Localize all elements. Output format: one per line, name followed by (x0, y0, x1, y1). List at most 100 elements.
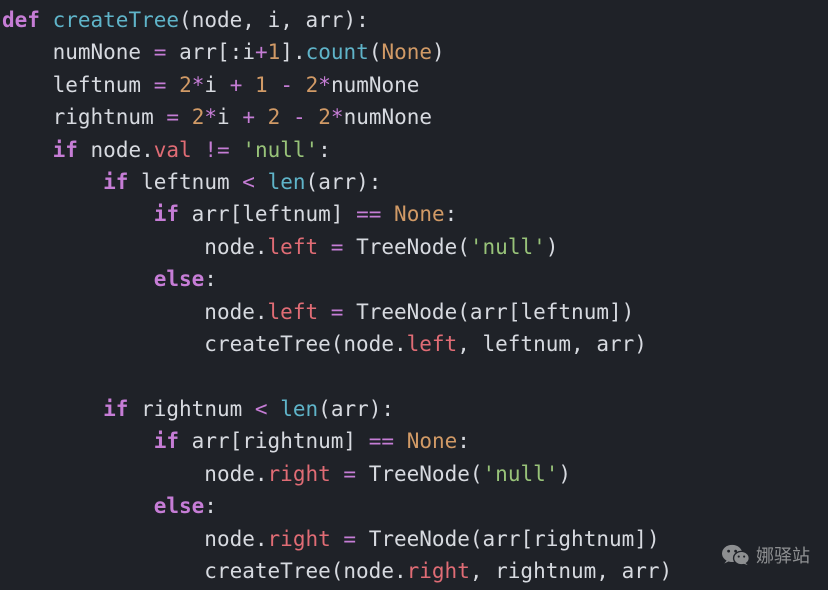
tok-pun: ( (306, 170, 319, 194)
tok-kw: if (53, 138, 78, 162)
tok-id: numNone (331, 73, 420, 97)
tok-op: = (154, 73, 167, 97)
tok-none: None (407, 429, 458, 453)
tok-op: = (166, 105, 179, 129)
tok-none: None (394, 202, 445, 226)
tok-op: * (204, 105, 217, 129)
tok-id: arr (331, 397, 369, 421)
tok-pun: ) (369, 397, 382, 421)
tok-pun: : (369, 170, 382, 194)
tok-pun: [ (230, 202, 243, 226)
tok-none: None (381, 40, 432, 64)
tok-pun: ) (558, 462, 571, 486)
tok-id: createTree (204, 332, 330, 356)
tok-op: - (293, 105, 306, 129)
tok-id: leftnum (520, 300, 609, 324)
tok-attr: left (268, 300, 319, 324)
tok-pun: ( (457, 235, 470, 259)
tok-attr: val (154, 138, 192, 162)
tok-pun: ] (331, 202, 344, 226)
tok-id: leftnum (53, 73, 142, 97)
tok-op: = (343, 527, 356, 551)
tok-pun: ] (634, 527, 647, 551)
tok-pun: : (204, 494, 217, 518)
tok-pun: : (318, 138, 331, 162)
tok-num: 2 (179, 73, 192, 97)
tok-pun: ( (470, 527, 483, 551)
code-line: rightnum = 2*i + 2 - 2*numNone (2, 105, 432, 129)
tok-pun: : (457, 429, 470, 453)
tok-id: arr (622, 559, 660, 583)
tok-pun: . (394, 332, 407, 356)
tok-call: count (306, 40, 369, 64)
tok-str: 'null' (242, 138, 318, 162)
tok-id: node (91, 138, 142, 162)
code-line: if node.val != 'null': (2, 138, 331, 162)
tok-pun: , (242, 8, 267, 32)
tok-id: leftnum (242, 202, 331, 226)
tok-id: numNone (53, 40, 142, 64)
tok-op: = (343, 462, 356, 486)
tok-pun: [ (520, 527, 533, 551)
code-line: else: (2, 267, 217, 291)
tok-pun: ) (343, 8, 356, 32)
tok-pun: ( (369, 40, 382, 64)
tok-pun: ) (356, 170, 369, 194)
tok-pun: : (204, 267, 217, 291)
tok-id: TreeNode (369, 462, 470, 486)
tok-fn: createTree (53, 8, 179, 32)
tok-pun: ] (343, 429, 356, 453)
tok-kw: if (103, 397, 128, 421)
tok-id: arr (179, 40, 217, 64)
tok-pun: ] (609, 300, 622, 324)
tok-id: rightnum (533, 527, 634, 551)
tok-id: leftnum (141, 170, 230, 194)
tok-op: * (192, 73, 205, 97)
tok-id: rightnum (53, 105, 154, 129)
tok-op: + (230, 73, 243, 97)
tok-attr: right (268, 462, 331, 486)
tok-pun: : (230, 40, 243, 64)
code-line: leftnum = 2*i + 1 - 2*numNone (2, 73, 419, 97)
tok-pun: . (293, 40, 306, 64)
tok-id: arr (470, 300, 508, 324)
tok-num: 2 (318, 105, 331, 129)
tok-op: + (255, 40, 268, 64)
tok-pun: ) (634, 332, 647, 356)
tok-pun: ) (546, 235, 559, 259)
tok-pun: [ (230, 429, 243, 453)
tok-id: node (343, 332, 394, 356)
tok-num: 1 (268, 40, 281, 64)
tok-op: = (331, 235, 344, 259)
tok-id: leftnum (483, 332, 572, 356)
tok-pun: , (571, 332, 596, 356)
tok-id: i (204, 73, 217, 97)
tok-op: < (255, 397, 268, 421)
tok-pun: ] (280, 40, 293, 64)
tok-op: == (356, 202, 381, 226)
tok-id: numNone (344, 105, 433, 129)
code-line: createTree(node.right, rightnum, arr) (2, 559, 672, 583)
tok-pun: ) (660, 559, 673, 583)
tok-pun: , (280, 8, 305, 32)
tok-id: rightnum (242, 429, 343, 453)
tok-id: node (204, 235, 255, 259)
tok-id: createTree (204, 559, 330, 583)
tok-pun: ) (647, 527, 660, 551)
tok-pun: . (255, 235, 268, 259)
tok-pun: . (141, 138, 154, 162)
tok-id: TreeNode (356, 300, 457, 324)
tok-pun: ( (331, 559, 344, 583)
tok-id: i (217, 105, 230, 129)
tok-op: != (204, 138, 229, 162)
tok-pun: . (255, 527, 268, 551)
tok-pun: ( (318, 397, 331, 421)
tok-attr: right (407, 559, 470, 583)
tok-pun: . (394, 559, 407, 583)
code-line: if rightnum < len(arr): (2, 397, 394, 421)
tok-call: len (280, 397, 318, 421)
tok-pun: ( (331, 332, 344, 356)
tok-kw: def (2, 8, 40, 32)
tok-id: arr (306, 8, 344, 32)
tok-pun: , (470, 559, 495, 583)
